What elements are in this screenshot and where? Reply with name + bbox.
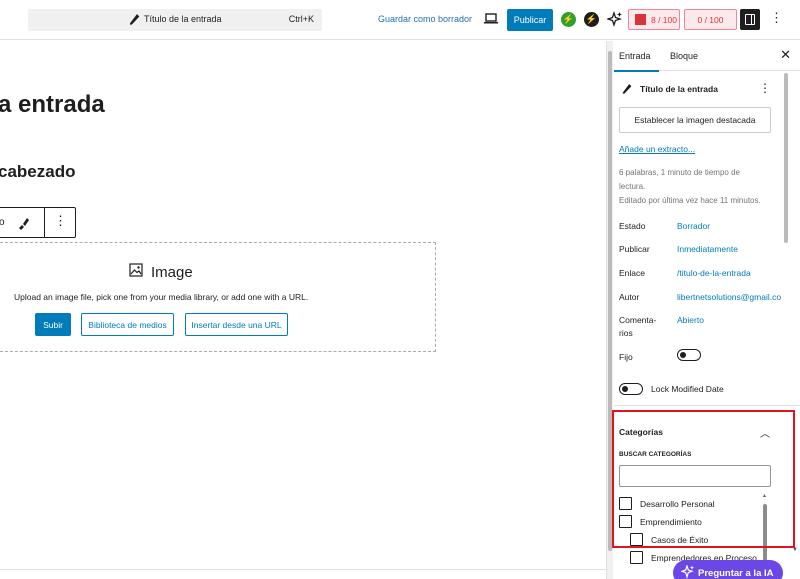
image-block-label: Image (151, 264, 193, 281)
ai-sparkle-icon[interactable] (607, 11, 623, 27)
tab-entrada[interactable]: Entrada (614, 51, 659, 72)
command-shortcut: Ctrl+K (288, 14, 314, 24)
insert-url-button[interactable]: Insertar desde una URL (185, 313, 288, 336)
editor-canvas: a entrada cabezado o ⋮ Image Upload an i… (0, 41, 605, 579)
seo-score-badge[interactable]: 8 / 100 (628, 9, 680, 30)
save-draft-button[interactable]: Guardar como borrador (378, 14, 472, 24)
block-toolbar: o ⋮ (0, 207, 76, 238)
autor-value[interactable]: libertnetsolutions@gmail.co (677, 292, 781, 302)
block-type-button[interactable]: o (0, 217, 5, 228)
seo-score: 8 / 100 (651, 14, 677, 25)
sidebar-icon (745, 14, 755, 25)
command-palette-button[interactable]: Título de la entrada Ctrl+K (28, 9, 322, 31)
lock-modified-label: Lock Modified Date (651, 384, 724, 394)
set-featured-image-button[interactable]: Establecer la imagen destacada (619, 107, 771, 133)
upload-button[interactable]: Subir (35, 313, 71, 336)
readability-score: 0 / 100 (697, 14, 724, 25)
sidebar-tabs: Entrada Bloque ✕ (614, 41, 800, 72)
ask-ai-button[interactable]: Preguntar a la IA (673, 560, 783, 579)
sidebar-scrollbar[interactable] (784, 73, 788, 243)
post-icon (130, 14, 140, 25)
category-checkbox[interactable] (630, 551, 643, 564)
footer-bar (0, 569, 606, 579)
options-menu-icon[interactable]: ⋮ (770, 11, 783, 24)
jetpack-icon[interactable]: ⚡ (584, 12, 599, 27)
settings-sidebar-toggle[interactable] (740, 9, 760, 30)
publicar-label: Publicar (619, 244, 650, 254)
editor-header: Título de la entrada Ctrl+K Guardar como… (0, 0, 800, 40)
sticky-toggle[interactable] (677, 349, 701, 361)
block-options-icon[interactable]: ⋮ (54, 213, 67, 229)
sidebar-post-title: Título de la entrada (640, 84, 718, 94)
image-placeholder: Image Upload an image file, pick one fro… (0, 242, 436, 352)
media-library-button[interactable]: Biblioteca de medios (81, 313, 174, 336)
comentarios-label-cont: rios (619, 328, 633, 338)
meta-reading: lectura. (619, 182, 646, 191)
heading-block[interactable]: cabezado (0, 162, 75, 182)
post-title[interactable]: a entrada (0, 91, 105, 119)
estado-label: Estado (619, 221, 646, 231)
lock-modified-toggle[interactable] (619, 383, 643, 395)
toolbar-divider (44, 208, 45, 237)
publish-button[interactable]: Publicar (507, 9, 553, 31)
enlace-value[interactable]: /titulo-de-la-entrada (677, 268, 751, 278)
image-icon (129, 263, 143, 277)
preview-icon[interactable] (484, 13, 498, 25)
close-sidebar-icon[interactable]: ✕ (780, 47, 791, 63)
performance-icon[interactable]: ⚡ (561, 12, 576, 27)
seo-icon (635, 14, 646, 25)
meta-edited: Editado por última vez hace 11 minutos. (619, 196, 761, 205)
ask-ai-label: Preguntar a la IA (698, 567, 774, 579)
tab-bloque[interactable]: Bloque (670, 51, 698, 61)
readability-score-badge[interactable]: 0 / 100 (684, 9, 737, 30)
post-actions-icon[interactable]: ⋮ (759, 81, 771, 95)
fijo-label: Fijo (619, 352, 633, 362)
estado-value[interactable]: Borrador (677, 221, 710, 231)
enlace-label: Enlace (619, 268, 645, 278)
autor-label: Autor (619, 292, 640, 302)
comentarios-value[interactable]: Abierto (677, 315, 704, 325)
meta-words: 6 palabras, 1 minuto de tiempo de (619, 168, 740, 177)
comentarios-label: Comenta- (619, 315, 657, 325)
brush-icon[interactable] (17, 216, 31, 230)
add-excerpt-link[interactable]: Añade un extracto... (619, 144, 695, 154)
ai-sparkle-icon (681, 565, 694, 579)
highlight-box (612, 410, 795, 548)
publicar-value[interactable]: Inmediatamente (677, 244, 738, 254)
post-meta-info: 6 palabras, 1 minuto de tiempo de lectur… (619, 166, 779, 208)
image-instructions: Upload an image file, pick one from your… (14, 292, 309, 302)
post-icon (622, 83, 632, 94)
command-title: Título de la entrada (144, 14, 222, 24)
